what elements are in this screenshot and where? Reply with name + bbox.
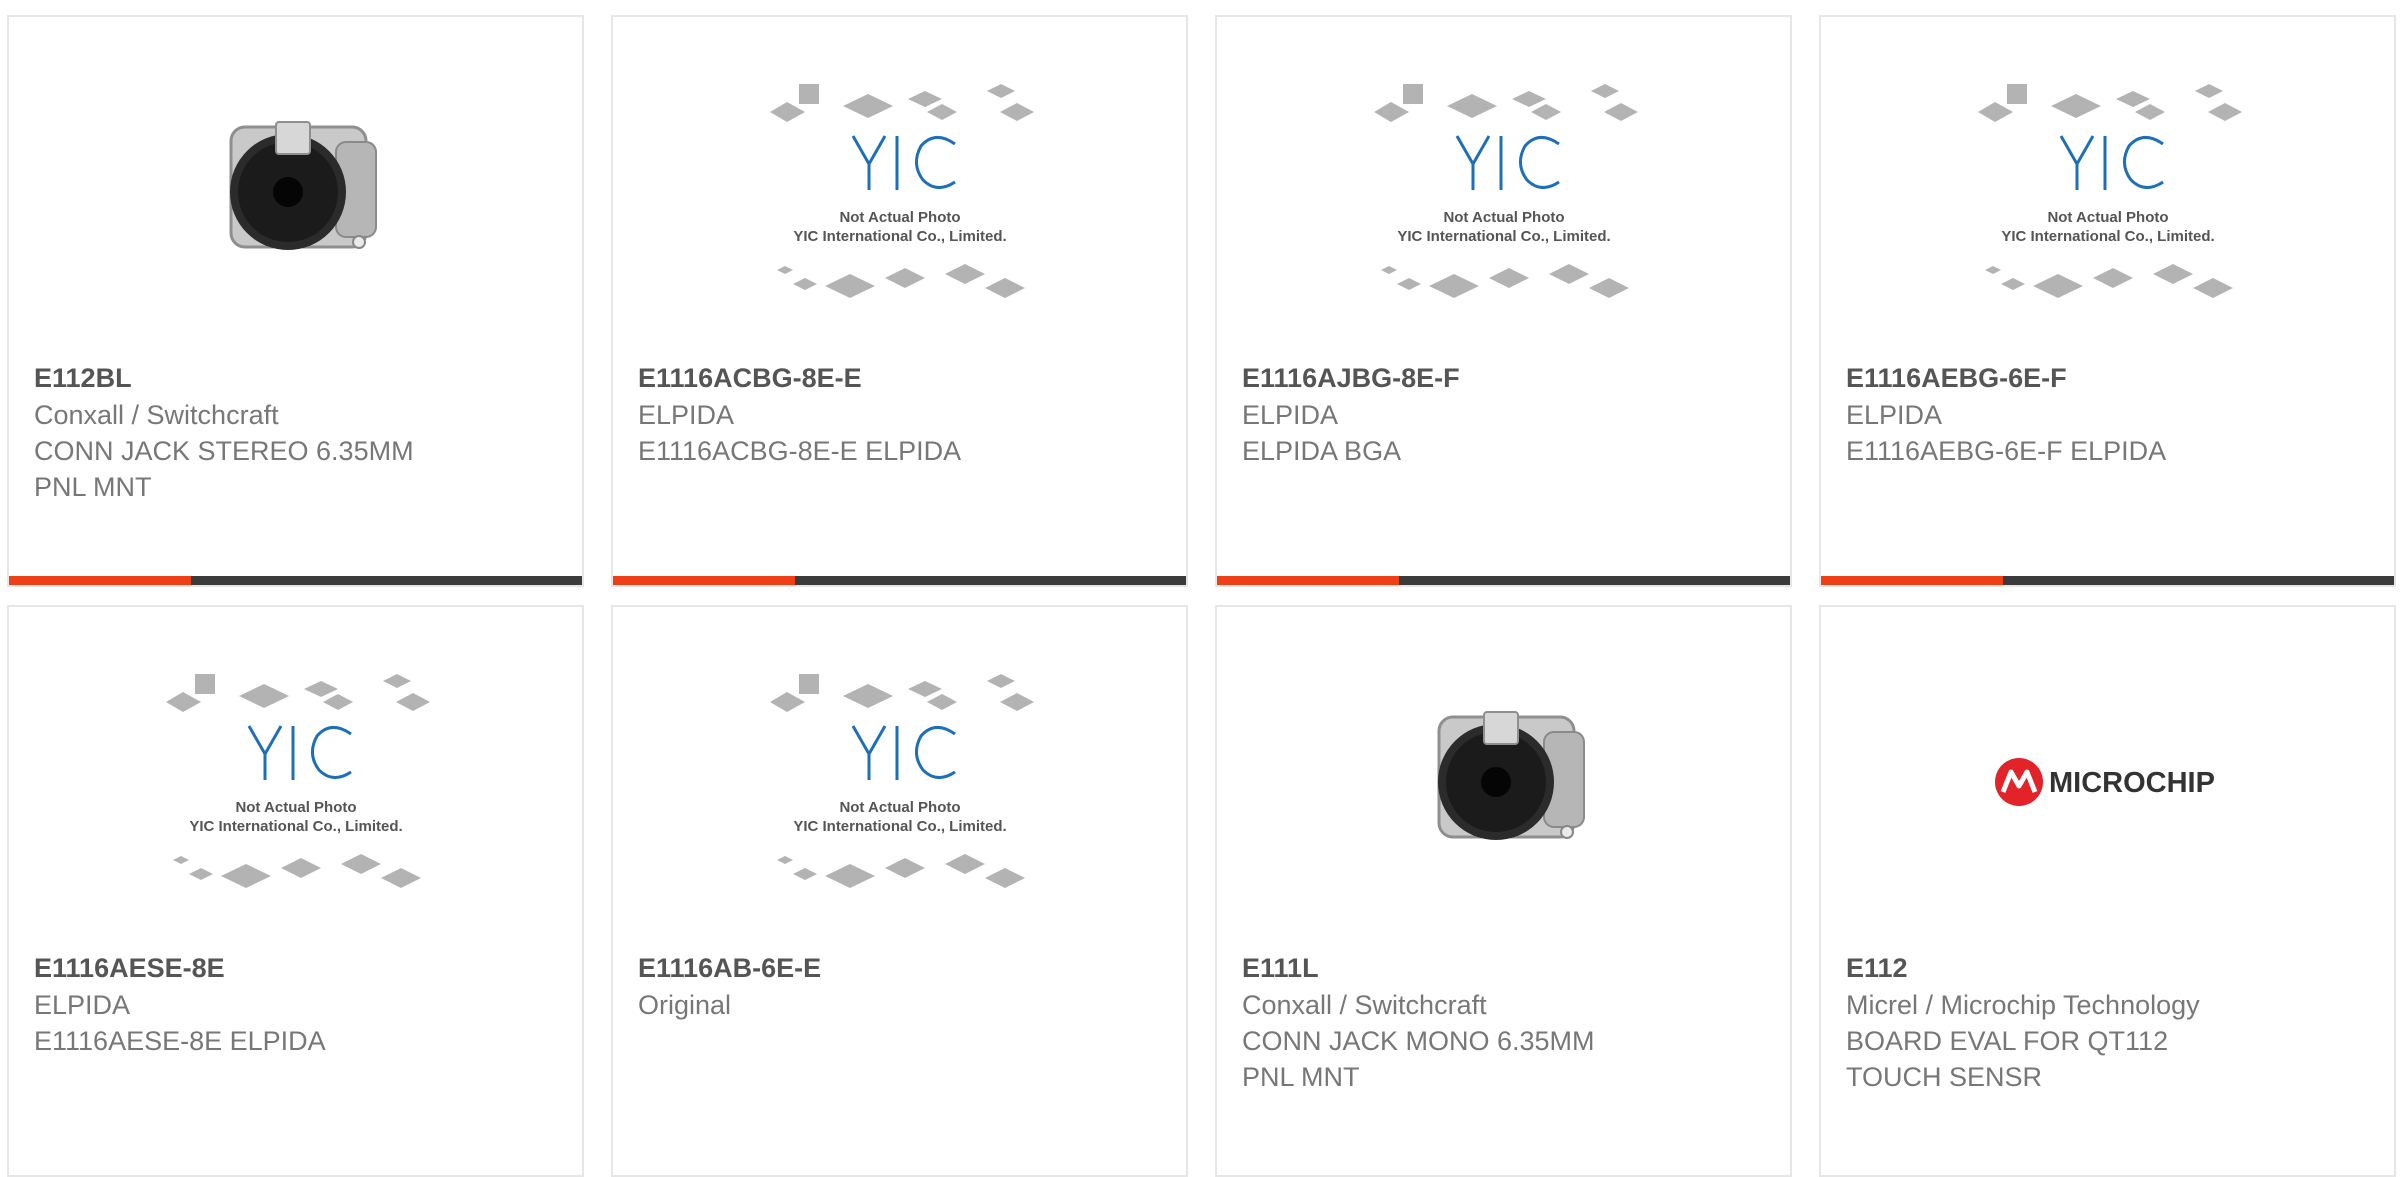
product-image[interactable]: Not Actual Photo YIC International Co., … [1217, 77, 1790, 307]
description-line: PNL MNT [34, 472, 152, 502]
description-line: E1116ACBG-8E-E ELPIDA [638, 436, 962, 466]
accent-segment [9, 576, 191, 585]
product-image[interactable]: Not Actual Photo YIC International Co., … [1821, 77, 2394, 307]
part-number[interactable]: E1116AJBG-8E-F [1242, 360, 1772, 397]
manufacturer: ELPIDA [34, 990, 131, 1020]
card-bottom-bar [1821, 576, 2394, 585]
manufacturer: ELPIDA [638, 400, 735, 430]
part-number[interactable]: E1116ACBG-8E-E [638, 360, 1168, 397]
microchip-logo: MICROCHIP [1994, 758, 2215, 806]
description-line: CONN JACK STEREO 6.35MM [34, 436, 414, 466]
product-image[interactable]: Not Actual Photo YIC International Co., … [9, 667, 582, 897]
product-image[interactable]: Not Actual Photo YIC International Co., … [613, 667, 1186, 897]
product-card[interactable]: Not Actual Photo YIC International Co., … [611, 605, 1188, 1177]
product-card[interactable]: Not Actual Photo YIC International Co., … [611, 15, 1188, 587]
part-number[interactable]: E112BL [34, 360, 564, 397]
description-line: E1116AEBG-6E-F ELPIDA [1846, 436, 2167, 466]
product-card[interactable]: Not Actual Photo YIC International Co., … [7, 605, 584, 1177]
part-number[interactable]: E111L [1242, 950, 1772, 987]
placeholder-line1: Not Actual Photo [839, 799, 960, 816]
accent-segment [1821, 576, 2003, 585]
accent-segment [1217, 576, 1399, 585]
manufacturer: Micrel / Microchip Technology [1846, 990, 2200, 1020]
placeholder-line2: YIC International Co., Limited. [793, 228, 1006, 245]
card-bottom-bar [613, 576, 1186, 585]
product-image[interactable] [9, 77, 582, 307]
part-number[interactable]: E1116AEBG-6E-F [1846, 360, 2376, 397]
manufacturer: Conxall / Switchcraft [1242, 990, 1487, 1020]
yic-placeholder-image: Not Actual Photo YIC International Co., … [165, 674, 430, 888]
product-card[interactable]: MICROCHIP E112 Micrel / Microchip Techno… [1819, 605, 2396, 1177]
description-line: TOUCH SENSR [1846, 1062, 2043, 1092]
product-card[interactable]: Not Actual Photo YIC International Co., … [1819, 15, 2396, 587]
part-number[interactable]: E1116AESE-8E [34, 950, 564, 987]
placeholder-line1: Not Actual Photo [1443, 209, 1564, 226]
description-line: CONN JACK MONO 6.35MM [1242, 1026, 1595, 1056]
manufacturer: Original [638, 990, 732, 1020]
yic-placeholder-image: Not Actual Photo YIC International Co., … [1977, 84, 2242, 298]
placeholder-line2: YIC International Co., Limited. [189, 818, 402, 835]
yic-placeholder-image: Not Actual Photo YIC International Co., … [769, 674, 1034, 888]
card-bottom-bar [9, 576, 582, 585]
placeholder-line2: YIC International Co., Limited. [1397, 228, 1610, 245]
description-line: ELPIDA BGA [1242, 436, 1402, 466]
product-image[interactable]: MICROCHIP [1821, 667, 2394, 897]
placeholder-line2: YIC International Co., Limited. [793, 818, 1006, 835]
jack-icon [229, 121, 377, 250]
product-image[interactable]: Not Actual Photo YIC International Co., … [613, 77, 1186, 307]
placeholder-line1: Not Actual Photo [235, 799, 356, 816]
description-line: E1116AESE-8E ELPIDA [34, 1026, 326, 1056]
product-card[interactable]: E112BL Conxall / Switchcraft CONN JACK S… [7, 15, 584, 587]
yic-placeholder-image: Not Actual Photo YIC International Co., … [1373, 84, 1638, 298]
yic-placeholder-image: Not Actual Photo YIC International Co., … [769, 84, 1034, 298]
description-line: PNL MNT [1242, 1062, 1360, 1092]
microchip-logo-text: MICROCHIP [2049, 767, 2215, 799]
part-number[interactable]: E1116AB-6E-E [638, 950, 1168, 987]
description-line: BOARD EVAL FOR QT112 [1846, 1026, 2169, 1056]
manufacturer: ELPIDA [1846, 400, 1943, 430]
placeholder-line1: Not Actual Photo [2047, 209, 2168, 226]
part-number[interactable]: E112 [1846, 950, 2376, 987]
manufacturer: ELPIDA [1242, 400, 1339, 430]
manufacturer: Conxall / Switchcraft [34, 400, 279, 430]
product-image[interactable] [1217, 667, 1790, 897]
accent-segment [613, 576, 795, 585]
product-card[interactable]: E111L Conxall / Switchcraft CONN JACK MO… [1215, 605, 1792, 1177]
card-bottom-bar [1217, 576, 1790, 585]
product-grid: E112BL Conxall / Switchcraft CONN JACK S… [0, 0, 2400, 1177]
jack-icon [1437, 711, 1585, 840]
placeholder-line1: Not Actual Photo [839, 209, 960, 226]
product-card[interactable]: Not Actual Photo YIC International Co., … [1215, 15, 1792, 587]
placeholder-line2: YIC International Co., Limited. [2001, 228, 2214, 245]
